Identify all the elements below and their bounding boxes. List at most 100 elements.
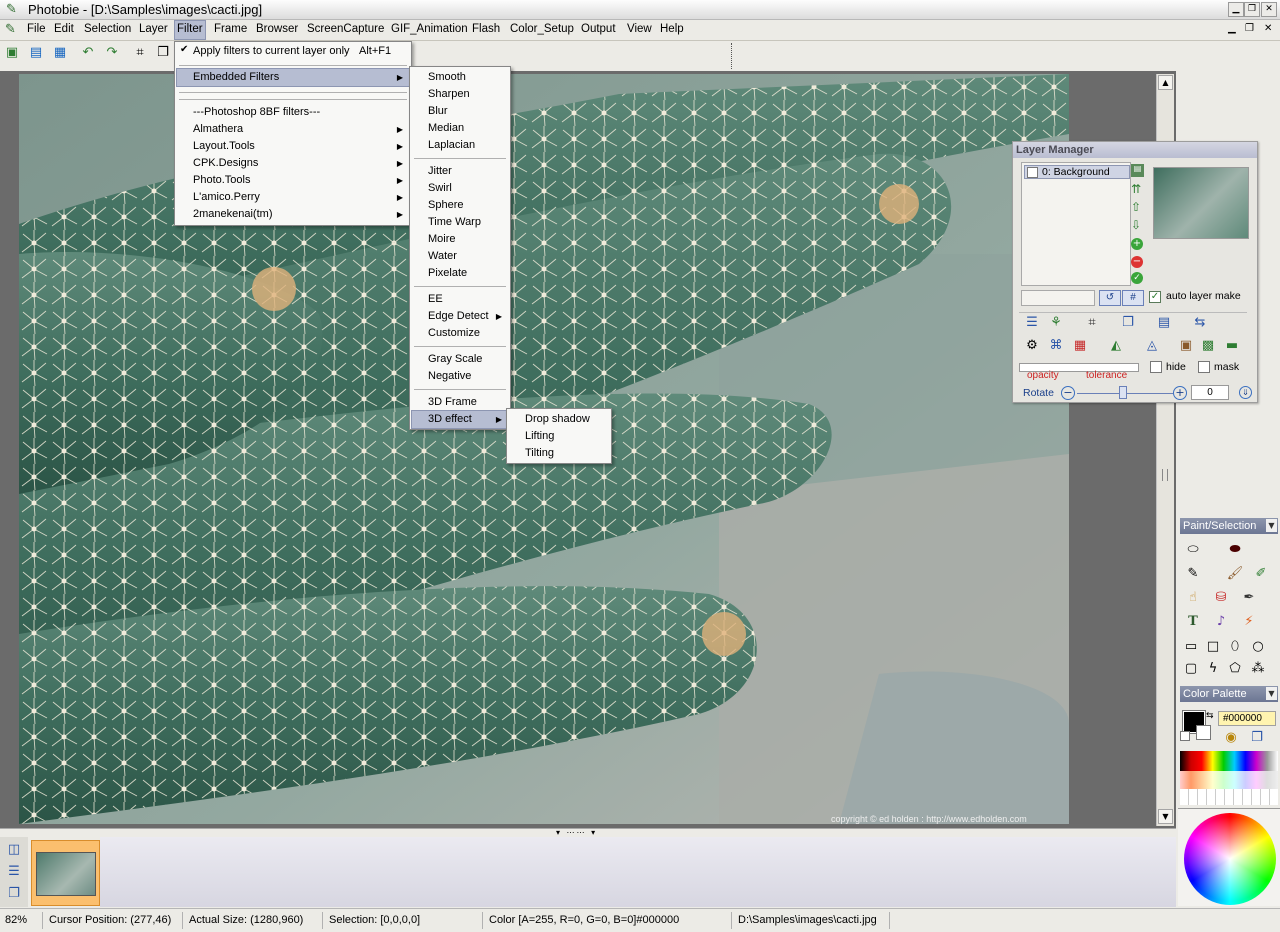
menu-selection[interactable]: Selection [84, 23, 131, 35]
embedded-filters-item[interactable]: Embedded Filters ▶ [176, 68, 410, 87]
layer-image-icon[interactable]: ▬ [1223, 337, 1241, 355]
plugin-2manekenai[interactable]: 2manekenai(tm) ▶ [177, 206, 409, 223]
fill-ellipse-icon[interactable]: ⬬ [1226, 541, 1244, 559]
layer-name-input[interactable] [1021, 290, 1095, 306]
layer-arrange-icon[interactable]: ⇆ [1191, 314, 1209, 332]
menu-browser[interactable]: Browser [256, 23, 298, 35]
layer-hash-button[interactable]: # [1122, 290, 1144, 306]
filter-sphere[interactable]: Sphere [412, 197, 508, 214]
flip-icon[interactable]: ◬ [1143, 337, 1161, 355]
color-palette-header[interactable]: Color Palette [1180, 686, 1278, 702]
ellipse-select-icon[interactable]: ⬭ [1184, 541, 1202, 559]
rotate-plus-icon[interactable]: + [1173, 386, 1187, 400]
menu-gif-animation[interactable]: GIF_Animation [391, 23, 468, 35]
menu-output[interactable]: Output [581, 23, 616, 35]
filter-edge-detect[interactable]: Edge Detect ▶ [412, 308, 508, 325]
menu-flash[interactable]: Flash [472, 23, 500, 35]
color-swatches[interactable] [1180, 751, 1278, 805]
color-wheel[interactable] [1184, 813, 1276, 905]
menu-file[interactable]: File [27, 23, 46, 35]
filter-3d-frame[interactable]: 3D Frame [412, 394, 508, 411]
undo-icon[interactable]: ↶ [79, 44, 97, 62]
bucket-icon[interactable]: ⛁ [1212, 589, 1230, 607]
minimize-icon[interactable]: ▁ [1228, 2, 1244, 17]
crop-icon[interactable]: ⌗ [131, 44, 149, 62]
plugin-layout-tools[interactable]: Layout.Tools ▶ [177, 138, 409, 155]
filter-sharpen[interactable]: Sharpen [412, 86, 508, 103]
swatch-row-custom[interactable] [1180, 789, 1278, 805]
rotate-minus-icon[interactable]: − [1061, 386, 1075, 400]
default-colors-icon[interactable] [1180, 731, 1190, 741]
level-icon[interactable]: ◭ [1107, 337, 1125, 355]
clone-icon[interactable]: ♪ [1212, 613, 1230, 631]
layer-up-icon[interactable]: ⇧ [1131, 200, 1141, 214]
filter-time-warp[interactable]: Time Warp [412, 214, 508, 231]
airbrush-icon[interactable]: ✐ [1252, 565, 1270, 583]
scroll-grip[interactable] [1162, 469, 1168, 481]
palette-picker-icon[interactable]: ◉ [1222, 729, 1240, 747]
filter-water[interactable]: Water [412, 248, 508, 265]
effect-tilting[interactable]: Tilting [509, 445, 609, 462]
rotate-slider-thumb[interactable] [1119, 386, 1127, 399]
doc-close-icon[interactable]: ✕ [1264, 23, 1272, 34]
layer-top-icon[interactable]: ⇈ [1131, 182, 1141, 196]
rename-layer-icon[interactable]: ↺ [1099, 290, 1121, 306]
menu-filter[interactable]: Filter [174, 20, 206, 40]
layer-list[interactable]: 0: Background [1021, 162, 1131, 286]
close-icon[interactable]: ✕ [1261, 2, 1277, 17]
filter-swirl[interactable]: Swirl [412, 180, 508, 197]
menu-color-setup[interactable]: Color_Setup [510, 23, 574, 35]
effect-lifting[interactable]: Lifting [509, 428, 609, 445]
menu-frame[interactable]: Frame [214, 23, 247, 35]
oval-tool-icon[interactable]: ⬯ [1226, 638, 1244, 656]
rotate-expand-icon[interactable]: ⇓ [1239, 386, 1252, 399]
wand-icon[interactable]: ⚡ [1240, 613, 1258, 631]
layer-down-icon[interactable]: ⇩ [1131, 218, 1141, 232]
menu-layer[interactable]: Layer [139, 23, 168, 35]
plugin-almathera[interactable]: Almathera ▶ [177, 121, 409, 138]
hex-color-field[interactable]: #000000 [1218, 711, 1276, 726]
layer-visibility-checkbox[interactable] [1027, 167, 1038, 178]
layer-film-icon[interactable]: ▤ [1131, 164, 1144, 177]
dropper-icon[interactable]: ✒ [1240, 589, 1258, 607]
grid-view-icon[interactable]: ◫ [5, 841, 23, 859]
open-icon[interactable]: ▤ [27, 44, 45, 62]
toolbar-grip[interactable] [731, 43, 733, 69]
pencil-icon[interactable]: ✎ [1184, 565, 1202, 583]
layer-apply-icon[interactable]: ✓ [1131, 272, 1143, 284]
filter-smooth[interactable]: Smooth [412, 69, 508, 86]
scroll-down-icon[interactable]: ▼ [1158, 809, 1173, 824]
doc-minimize-icon[interactable]: ▁ [1228, 23, 1236, 34]
filter-jitter[interactable]: Jitter [412, 163, 508, 180]
mask-tool-icon[interactable]: ⚙ [1023, 337, 1041, 355]
thumbnail-selected[interactable] [31, 840, 100, 906]
filter-customize[interactable]: Customize [412, 325, 508, 342]
text-tool-icon[interactable]: T [1184, 613, 1202, 631]
plugin-lamico-perry[interactable]: L'amico.Perry ▶ [177, 189, 409, 206]
export-icon[interactable]: ▩ [1199, 337, 1217, 355]
transform-icon[interactable]: ⌘ [1047, 337, 1065, 355]
plugin-photo-tools[interactable]: Photo.Tools ▶ [177, 172, 409, 189]
menu-help[interactable]: Help [660, 23, 684, 35]
filter-median[interactable]: Median [412, 120, 508, 137]
new-icon[interactable]: ▣ [3, 44, 21, 62]
layer-delete-icon[interactable]: − [1131, 256, 1143, 268]
filter-moire[interactable]: Moire [412, 231, 508, 248]
lasso-icon[interactable]: ϟ [1204, 660, 1222, 678]
effect-icon[interactable]: ▣ [1177, 337, 1195, 355]
grid-tool-icon[interactable]: ▦ [1071, 337, 1089, 355]
layer-add-icon[interactable]: + [1131, 238, 1143, 250]
circle-tool-icon[interactable]: ○ [1249, 638, 1267, 656]
paint-selection-header[interactable]: Paint/Selection [1180, 518, 1278, 534]
magic-select-icon[interactable]: ⁂ [1249, 660, 1267, 678]
splitter-grip[interactable]: ▾ ⋯⋯ ▾ [556, 828, 597, 837]
layer-paste-icon[interactable]: ▤ [1155, 314, 1173, 332]
background-color[interactable] [1196, 725, 1211, 740]
redo-icon[interactable]: ↷ [103, 44, 121, 62]
filter-ee[interactable]: EE [412, 291, 508, 308]
save-icon[interactable]: ▦ [51, 44, 69, 62]
list-view-icon[interactable]: ☰ [5, 863, 23, 881]
layer-crop-icon[interactable]: ⌗ [1083, 314, 1101, 332]
swatch-row-bright[interactable] [1180, 751, 1278, 771]
stack-view-icon[interactable]: ❐ [5, 885, 23, 903]
